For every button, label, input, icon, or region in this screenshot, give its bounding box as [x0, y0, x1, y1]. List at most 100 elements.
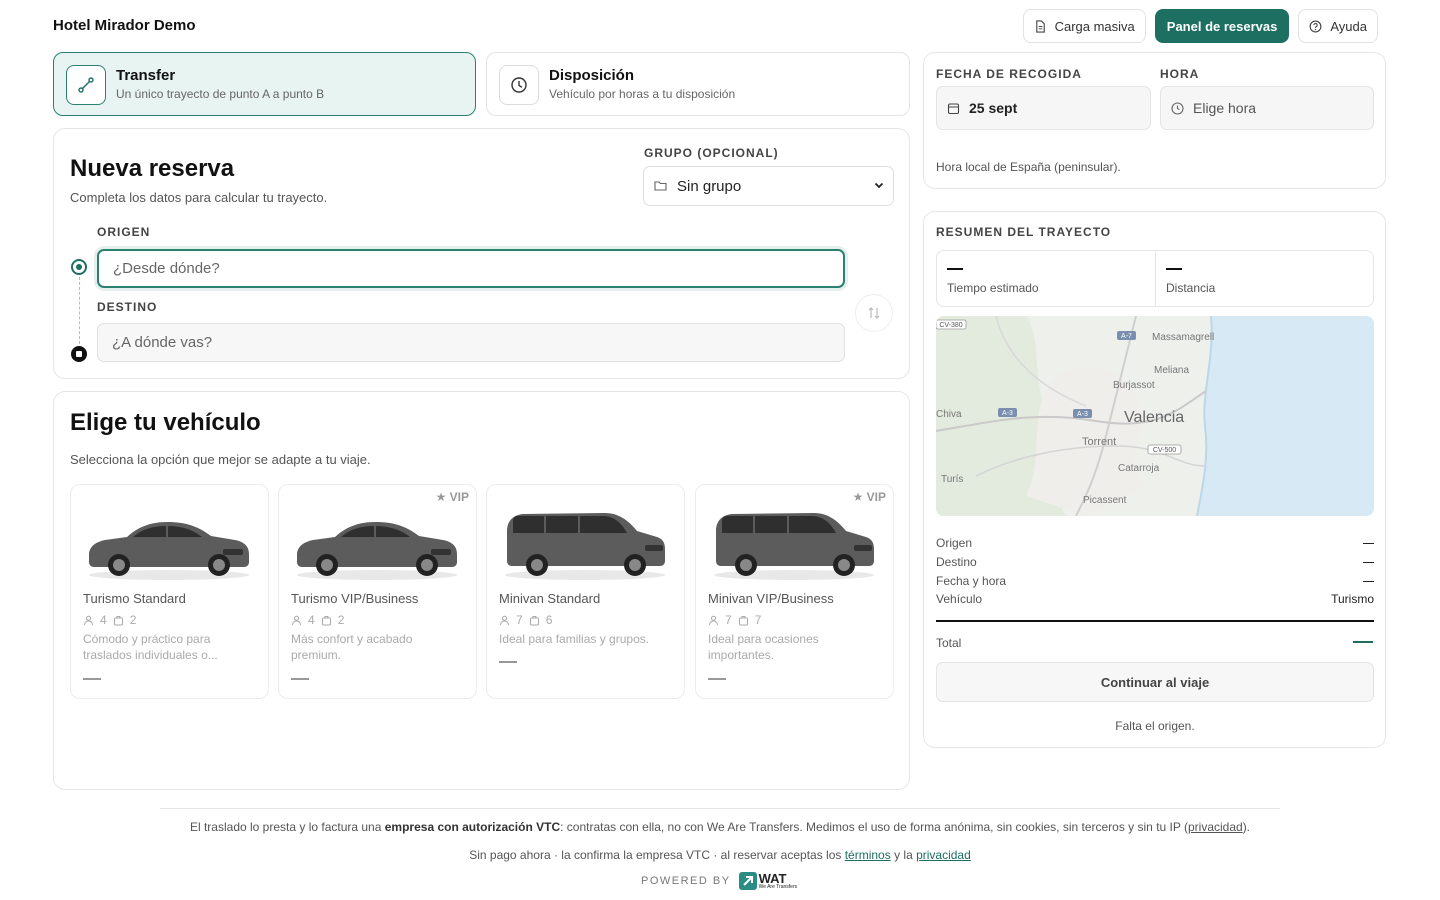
vehicle-description: Cómodo y práctico para traslados individ…: [83, 632, 218, 662]
continue-button[interactable]: Continuar al viaje: [936, 662, 1374, 702]
summary-vehicle-label: Vehículo: [936, 592, 983, 606]
footer-terms-b: y la: [890, 848, 917, 862]
summary-datetime-label: Fecha y hora: [936, 574, 1007, 588]
wat-logo-mark-icon: [738, 872, 757, 890]
map-label-catarroja: Catarroja: [1118, 463, 1160, 474]
vip-badge: ★ VIP: [435, 490, 469, 504]
vehicle-card-minivan-standard[interactable]: Minivan Standard 7 6 Ideal para familias…: [486, 484, 685, 699]
vehicle-card-turismo-vip[interactable]: ★ VIP Turismo VIP/Business 4 2 Más confo…: [278, 484, 477, 699]
bookings-panel-button[interactable]: Panel de reservas: [1154, 9, 1290, 43]
total-label: Total: [936, 636, 962, 650]
sedan-car-icon: [89, 522, 249, 580]
mode-disposal-subtitle: Vehículo por horas a tu disposición: [549, 87, 736, 101]
person-icon: [709, 615, 718, 625]
mode-transfer-subtitle: Un único trayecto de punto A a punto B: [116, 87, 325, 101]
origin-marker-icon: [71, 259, 87, 275]
top-bar: Hotel Mirador Demo Carga masiva Panel de…: [53, 8, 1378, 44]
minivan-icon: [714, 513, 874, 580]
swap-button[interactable]: [855, 294, 893, 332]
wat-logo-text: WAT: [758, 870, 787, 886]
destination-marker-icon: [71, 346, 87, 362]
vip-badge: ★ VIP: [852, 490, 886, 504]
vehicle-card-minivan-vip[interactable]: ★ VIP Minivan VIP/Business 7 7 Ideal par…: [695, 484, 894, 699]
mode-disposal-card[interactable]: Disposición Vehículo por horas a tu disp…: [486, 52, 910, 116]
swap-icon: [868, 307, 880, 319]
mode-transfer-card[interactable]: Transfer Un único trayecto de punto A a …: [53, 52, 476, 116]
passenger-count: 7: [516, 613, 523, 627]
bag-count: 7: [754, 613, 762, 627]
route-connector: [79, 277, 80, 344]
terms-link[interactable]: términos: [845, 848, 891, 862]
calendar-icon: [947, 102, 960, 114]
summary-origin-label: Origen: [936, 536, 973, 550]
top-actions: Carga masiva Panel de reservas Ayuda: [1022, 9, 1378, 43]
map-label-cv380: CV-380: [939, 322, 962, 329]
validation-message: Falta el origen.: [1115, 719, 1195, 733]
vehicle-card-turismo-standard[interactable]: Turismo Standard 4 2 Cómodo y práctico p…: [70, 484, 269, 699]
mode-disposal-title: Disposición: [549, 67, 635, 84]
origin-input[interactable]: ¿Desde dónde?: [97, 249, 845, 288]
pickup-date-field[interactable]: 25 sept: [936, 86, 1151, 130]
bag-count: 2: [129, 613, 137, 627]
total-divider: [936, 620, 1374, 622]
folder-icon: [654, 181, 667, 191]
vehicle-description: Ideal para ocasiones importantes.: [708, 632, 819, 662]
footer-privacy-link-1[interactable]: privacidad: [1188, 820, 1243, 834]
bulk-upload-button[interactable]: Carga masiva: [1022, 9, 1146, 43]
map-label-massamagrell: Massamagrell: [1152, 332, 1214, 343]
group-select-value: Sin grupo: [677, 177, 742, 195]
destination-placeholder: ¿A dónde vas?: [112, 334, 213, 351]
metrics-box: Tiempo estimado Distancia: [936, 250, 1374, 307]
footer-legal: El traslado lo presta y lo factura una e…: [0, 820, 1440, 834]
summary-vehicle-value: Turismo: [1331, 592, 1374, 606]
group-select[interactable]: Sin grupo: [643, 166, 894, 206]
pickup-date-label: FECHA DE RECOGIDA: [936, 67, 1082, 81]
footer-legal-bold: empresa con autorización VTC: [384, 820, 561, 834]
summary-destination-value: [1363, 562, 1374, 563]
origin-label: ORIGEN: [97, 225, 151, 239]
footer-legal-c: : contratas con ella, no con We Are Tran…: [560, 820, 1188, 834]
map-label-a3-east: A-3: [1077, 411, 1088, 418]
distance-value: [1166, 268, 1182, 270]
map-label-a3-west: A-3: [1002, 410, 1013, 417]
footer-divider: [160, 808, 1280, 809]
pickup-time-field[interactable]: Elige hora: [1160, 86, 1374, 130]
wat-logo[interactable]: WAT We Are Transfers: [738, 870, 798, 890]
luggage-icon: [321, 615, 331, 625]
brand-name: Hotel Mirador Demo: [53, 17, 196, 34]
vehicle-price-placeholder: [708, 678, 726, 680]
metric-distance: Distancia: [1156, 251, 1374, 306]
footer-legal-a: El traslado lo presta y lo factura una: [189, 820, 385, 834]
help-button[interactable]: Ayuda: [1298, 9, 1378, 43]
bag-count: 6: [545, 613, 553, 627]
pickup-time-placeholder: Elige hora: [1193, 100, 1257, 116]
vehicle-name: Turismo VIP/Business: [291, 591, 419, 606]
timezone-hint: Hora local de España (peninsular).: [936, 160, 1121, 174]
map-label-picassent: Picassent: [1083, 495, 1127, 506]
booking-panel: Nueva reserva Completa los datos para ca…: [53, 128, 910, 379]
booking-title: Nueva reserva: [70, 155, 235, 182]
wat-logo-tagline: We Are Transfers: [758, 883, 798, 890]
help-icon: [1309, 20, 1322, 32]
vehicle-capacity: 4 2: [291, 613, 344, 627]
destination-input[interactable]: ¿A dónde vas?: [97, 323, 845, 362]
privacy-link[interactable]: privacidad: [916, 848, 971, 862]
passenger-count: 4: [308, 613, 315, 627]
estimated-time-label: Tiempo estimado: [947, 281, 1039, 295]
summary-title: RESUMEN DEL TRAYECTO: [936, 225, 1112, 239]
pickup-panel: FECHA DE RECOGIDA HORA 25 sept Elige hor…: [923, 52, 1386, 189]
person-icon: [500, 615, 509, 625]
summary-origin-value: [1363, 543, 1374, 544]
pickup-time-label: HORA: [1160, 67, 1200, 81]
map-label-valencia: Valencia: [1124, 409, 1184, 426]
vehicle-capacity: 7 7: [708, 613, 761, 627]
vehicle-price-placeholder: [83, 678, 101, 680]
vehicle-capacity: 4 2: [83, 613, 136, 627]
summary-row-origin: Origen: [936, 536, 1374, 550]
summary-datetime-value: [1363, 581, 1374, 582]
map-label-cv500: CV-500: [1153, 447, 1176, 454]
bag-count: 2: [337, 613, 345, 627]
bulk-upload-label: Carga masiva: [1054, 18, 1135, 34]
person-icon: [84, 615, 93, 625]
route-map[interactable]: CV-380 A-7 Massamagrell Meliana Burjasso…: [936, 316, 1374, 516]
